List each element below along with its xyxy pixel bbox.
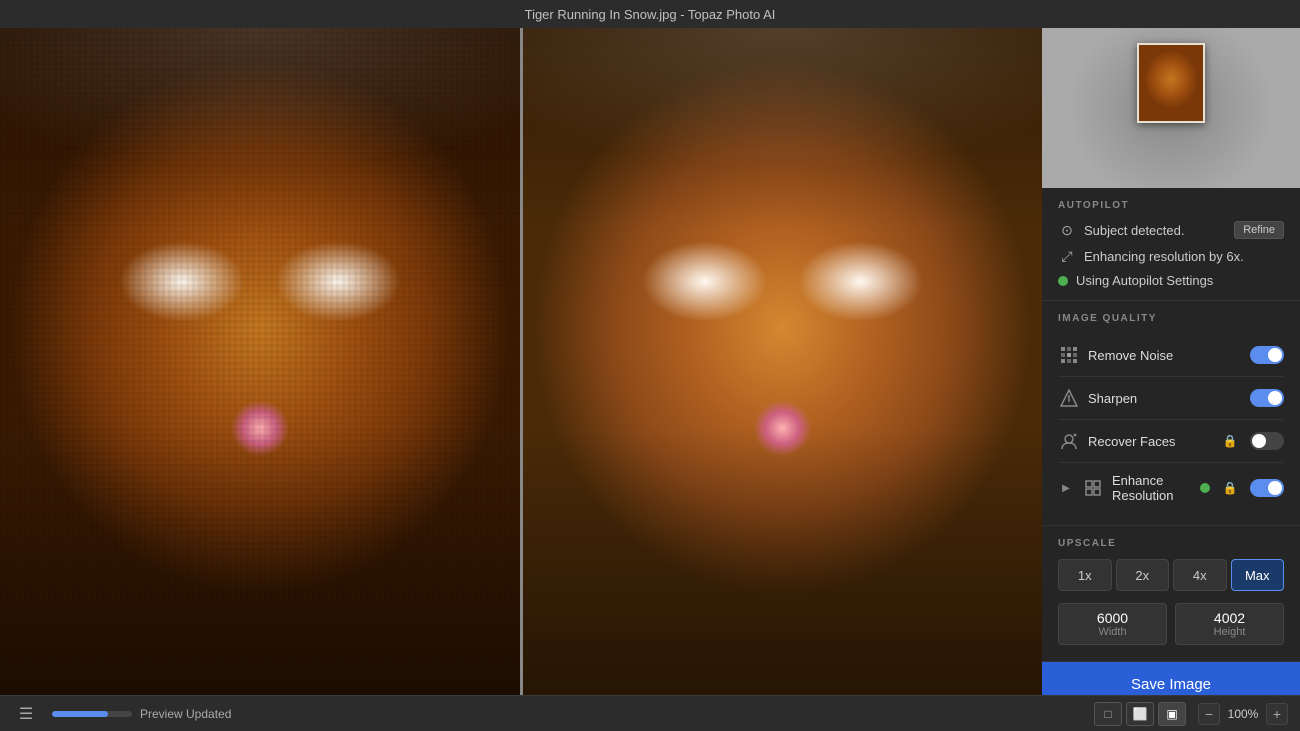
before-panel	[0, 28, 520, 695]
subject-detected-row: ⊙ Subject detected. Refine	[1058, 221, 1284, 239]
enhance-resolution-icon	[1082, 477, 1104, 499]
thumbnail-area	[1042, 28, 1300, 188]
sharpen-knob	[1268, 391, 1282, 405]
remove-noise-row: Remove Noise	[1058, 334, 1284, 377]
view-buttons: □ ⬜ ▣	[1094, 702, 1186, 726]
progress-container: Preview Updated	[52, 707, 1082, 721]
enhance-resolution-row: ▶ Enhance Resolution 🔒	[1058, 463, 1284, 513]
subject-text: Subject detected.	[1084, 223, 1226, 238]
main-content: AUTOPILOT ⊙ Subject detected. Refine ⤢ E…	[0, 28, 1300, 695]
upscale-2x-button[interactable]: 2x	[1116, 559, 1170, 591]
after-panel	[523, 28, 1043, 695]
remove-noise-icon	[1058, 344, 1080, 366]
preview-text: Preview Updated	[140, 707, 231, 721]
height-label: Height	[1184, 626, 1275, 638]
view-split-button[interactable]: ⬜	[1126, 702, 1154, 726]
window-title: Tiger Running In Snow.jpg - Topaz Photo …	[525, 7, 776, 22]
after-image	[523, 28, 1043, 695]
upscale-section: UPSCALE 1x 2x 4x Max 6000 Width 4002 Hei…	[1042, 526, 1300, 662]
snow-overlay-after	[523, 28, 1043, 695]
recover-faces-row: Recover Faces 🔒	[1058, 420, 1284, 463]
sharpen-row: Sharpen	[1058, 377, 1284, 420]
width-label: Width	[1067, 626, 1158, 638]
autopilot-section: AUTOPILOT ⊙ Subject detected. Refine ⤢ E…	[1042, 188, 1300, 301]
bottom-bar: ☰ Preview Updated □ ⬜ ▣ − 100% +	[0, 695, 1300, 731]
enhance-resolution-lock-icon: 🔒	[1222, 480, 1238, 496]
green-dot-icon	[1058, 276, 1068, 286]
progress-track	[52, 711, 132, 717]
image-quality-section: IMAGE QUALITY Remove	[1042, 301, 1300, 526]
recover-faces-lock-icon: 🔒	[1222, 433, 1238, 449]
upscale-label: UPSCALE	[1058, 538, 1284, 549]
right-panel: AUTOPILOT ⊙ Subject detected. Refine ⤢ E…	[1042, 28, 1300, 695]
upscale-buttons-group: 1x 2x 4x Max	[1058, 559, 1284, 591]
width-box: 6000 Width	[1058, 603, 1167, 645]
refine-button[interactable]: Refine	[1234, 221, 1284, 239]
upscale-1x-button[interactable]: 1x	[1058, 559, 1112, 591]
recover-faces-label: Recover Faces	[1088, 434, 1214, 449]
dimension-row: 6000 Width 4002 Height	[1058, 603, 1284, 645]
autopilot-label: AUTOPILOT	[1058, 200, 1284, 211]
enhance-resolution-dot	[1200, 483, 1210, 493]
recover-faces-knob	[1252, 434, 1266, 448]
zoom-value: 100%	[1224, 707, 1262, 721]
recover-faces-toggle[interactable]	[1250, 432, 1284, 450]
height-value: 4002	[1184, 610, 1275, 626]
pixelated-overlay	[0, 28, 520, 695]
upscale-max-button[interactable]: Max	[1231, 559, 1285, 591]
autopilot-settings-row: Using Autopilot Settings	[1058, 273, 1284, 288]
enhance-resolution-label: Enhance Resolution	[1112, 473, 1192, 503]
remove-noise-knob	[1268, 348, 1282, 362]
save-image-button[interactable]: Save Image	[1042, 662, 1300, 695]
zoom-in-button[interactable]: +	[1266, 703, 1288, 725]
autopilot-settings-text: Using Autopilot Settings	[1076, 273, 1284, 288]
enhance-resolution-knob	[1268, 481, 1282, 495]
sharpen-icon	[1058, 387, 1080, 409]
view-compare-button[interactable]: ▣	[1158, 702, 1186, 726]
enhance-icon: ⤢	[1058, 247, 1076, 265]
subject-icon: ⊙	[1058, 221, 1076, 239]
comparison-divider[interactable]	[520, 28, 523, 695]
width-value: 6000	[1067, 610, 1158, 626]
image-comparison	[0, 28, 1042, 695]
recover-faces-icon	[1058, 430, 1080, 452]
image-quality-label: IMAGE QUALITY	[1058, 313, 1284, 324]
image-area	[0, 28, 1042, 695]
enhancing-row: ⤢ Enhancing resolution by 6x.	[1058, 247, 1284, 265]
before-image	[0, 28, 520, 695]
sharpen-toggle[interactable]	[1250, 389, 1284, 407]
zoom-controls: − 100% +	[1198, 703, 1288, 725]
height-box: 4002 Height	[1175, 603, 1284, 645]
enhancing-text: Enhancing resolution by 6x.	[1084, 249, 1284, 264]
progress-fill	[52, 711, 108, 717]
remove-noise-label: Remove Noise	[1088, 348, 1242, 363]
zoom-out-button[interactable]: −	[1198, 703, 1220, 725]
sharpen-label: Sharpen	[1088, 391, 1242, 406]
title-bar: Tiger Running In Snow.jpg - Topaz Photo …	[0, 0, 1300, 28]
enhance-resolution-toggle[interactable]	[1250, 479, 1284, 497]
upscale-4x-button[interactable]: 4x	[1173, 559, 1227, 591]
menu-button[interactable]: ☰	[12, 700, 40, 728]
view-single-button[interactable]: □	[1094, 702, 1122, 726]
remove-noise-toggle[interactable]	[1250, 346, 1284, 364]
thumbnail-image	[1137, 43, 1205, 123]
enhance-resolution-expand-icon[interactable]: ▶	[1058, 480, 1074, 496]
